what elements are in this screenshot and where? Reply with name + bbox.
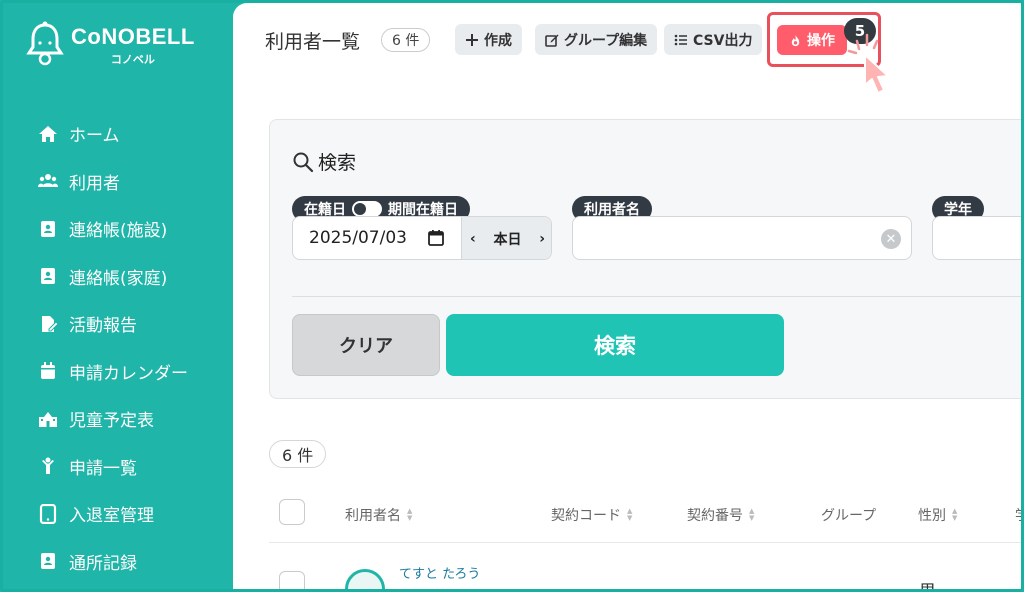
result-count-badge: 6 件 [269, 440, 327, 468]
sidebar-item-label: 申請カレンダー [69, 363, 188, 384]
operation-button-label: 操作 [807, 33, 835, 49]
enrolled-date-field[interactable]: 2025/07/03 ‹ 本日 › [292, 216, 552, 260]
user-count-badge: 6 件 [381, 28, 431, 52]
sort-icon: ▲ ▼ [627, 507, 633, 522]
group-edit-button-label: グループ編集 [564, 32, 648, 49]
select-all-checkbox[interactable] [279, 499, 305, 525]
sidebar-item-label: 利用者 [69, 173, 120, 194]
row-checkbox[interactable] [279, 571, 305, 589]
date-value: 2025/07/03 [309, 228, 407, 248]
contact-book-icon [37, 550, 59, 572]
sidebar-item-users[interactable]: 利用者 [3, 158, 233, 206]
column-header-group: グループ [821, 508, 877, 524]
group-edit-button[interactable]: グループ編集 [535, 24, 658, 55]
fire-icon [791, 34, 800, 46]
sidebar-item-label: 入退室管理 [69, 506, 154, 527]
main-content: 利用者一覧 6 件 作成 グループ編集 CSV出力 操作 5 検索 在籍日 期間… [233, 3, 1021, 592]
sidebar-nav: ホーム 利用者 連絡帳(施設) 連絡帳(家庭) 活動報告 申請カレンダー 児童予… [3, 110, 233, 585]
today-button[interactable]: 本日 [494, 229, 522, 249]
sidebar-item-entry-exit[interactable]: 入退室管理 [3, 490, 233, 538]
search-heading: 検索 [292, 148, 356, 175]
bell-logo-icon [26, 21, 64, 66]
sidebar-item-attendance-record[interactable]: 通所記録 [3, 538, 233, 586]
sidebar-item-label: 連絡帳(施設) [69, 221, 168, 242]
tablet-icon [37, 503, 59, 525]
child-icon [37, 455, 59, 477]
column-header-gender[interactable]: 性別 ▲ ▼ [918, 505, 957, 525]
sidebar-item-home[interactable]: ホーム [3, 110, 233, 158]
brand-name: CoNOBELL [71, 23, 195, 49]
sort-icon: ▲ ▼ [952, 507, 958, 522]
chevron-left-icon[interactable]: ‹ [470, 231, 476, 247]
sidebar-item-contact-book-home[interactable]: 連絡帳(家庭) [3, 253, 233, 301]
brand-logo[interactable]: CoNOBELL コノベル [25, 21, 195, 69]
avatar [345, 569, 385, 589]
search-title-text: 検索 [318, 152, 357, 174]
school-icon [37, 408, 59, 430]
table-row-gender: 男 [919, 582, 936, 592]
report-edit-icon [37, 313, 59, 335]
pointer-cursor-icon [847, 33, 889, 94]
app-window: CoNOBELL コノベル ホーム 利用者 連絡帳(施設) 連絡帳(家庭) 活動… [0, 0, 1024, 592]
page-title: 利用者一覧 [265, 31, 361, 53]
edit-icon [545, 34, 559, 47]
operation-button[interactable]: 操作 [777, 25, 847, 55]
create-button[interactable]: 作成 [455, 24, 522, 55]
sidebar-item-label: 児童予定表 [69, 411, 154, 432]
contact-book-icon [37, 265, 59, 287]
calendar-picker-icon[interactable] [427, 229, 445, 247]
grade-select[interactable] [932, 216, 1021, 260]
brand-subname: コノベル [110, 52, 155, 66]
clear-button[interactable]: クリア [292, 314, 440, 376]
sidebar-item-contact-book-facility[interactable]: 連絡帳(施設) [3, 205, 233, 253]
contact-book-icon [37, 218, 59, 240]
plus-icon [466, 33, 478, 46]
sort-icon: ▲ ▼ [407, 507, 413, 522]
table-header: 利用者名 ▲▼ 契約コード ▲▼ 契約番号 ▲▼ グループ 性別 ▲▼ 学 [269, 493, 1021, 539]
calendar-icon [37, 360, 59, 382]
sidebar-item-label: 通所記録 [69, 553, 137, 574]
sidebar-item-label: 活動報告 [69, 316, 137, 337]
page-header: 利用者一覧 6 件 作成 グループ編集 CSV出力 操作 5 [233, 3, 1021, 94]
search-button[interactable]: 検索 [446, 314, 784, 376]
column-header-user-name[interactable]: 利用者名 ▲ ▼ [345, 505, 412, 525]
user-name-input[interactable]: ✕ [572, 216, 912, 260]
clear-input-icon[interactable]: ✕ [881, 229, 901, 249]
table-row-user-name[interactable]: てすと たろう [399, 563, 480, 582]
sidebar-item-request-calendar[interactable]: 申請カレンダー [3, 348, 233, 396]
column-header-contract-number[interactable]: 契約番号 ▲ ▼ [687, 505, 754, 525]
sidebar-item-label: ホーム [69, 126, 120, 147]
create-button-label: 作成 [484, 32, 512, 49]
home-icon [37, 123, 59, 145]
sort-icon: ▲ ▼ [749, 507, 755, 522]
csv-export-button[interactable]: CSV出力 [664, 24, 763, 55]
sidebar-item-child-schedule[interactable]: 児童予定表 [3, 395, 233, 443]
divider [292, 296, 1021, 297]
csv-export-button-label: CSV出力 [693, 32, 753, 49]
sidebar-item-label: 連絡帳(家庭) [69, 268, 168, 289]
column-header-grade[interactable]: 学 [1015, 505, 1021, 525]
search-panel: 検索 在籍日 期間在籍日 2025/07/03 ‹ 本日 › 利用者名 ✕ 学年… [269, 119, 1021, 399]
table-divider [269, 542, 1021, 543]
sidebar: CoNOBELL コノベル ホーム 利用者 連絡帳(施設) 連絡帳(家庭) 活動… [3, 3, 233, 589]
list-icon [674, 34, 687, 45]
sidebar-item-label: 申請一覧 [69, 458, 137, 479]
date-navigator: ‹ 本日 › [461, 217, 551, 259]
search-icon [293, 152, 314, 172]
users-icon [37, 170, 59, 192]
sidebar-item-request-list[interactable]: 申請一覧 [3, 443, 233, 491]
sidebar-item-activity-report[interactable]: 活動報告 [3, 300, 233, 348]
column-header-contract-code[interactable]: 契約コード ▲ ▼ [551, 505, 632, 525]
period-toggle-switch[interactable] [352, 201, 382, 217]
chevron-right-icon[interactable]: › [539, 231, 545, 247]
